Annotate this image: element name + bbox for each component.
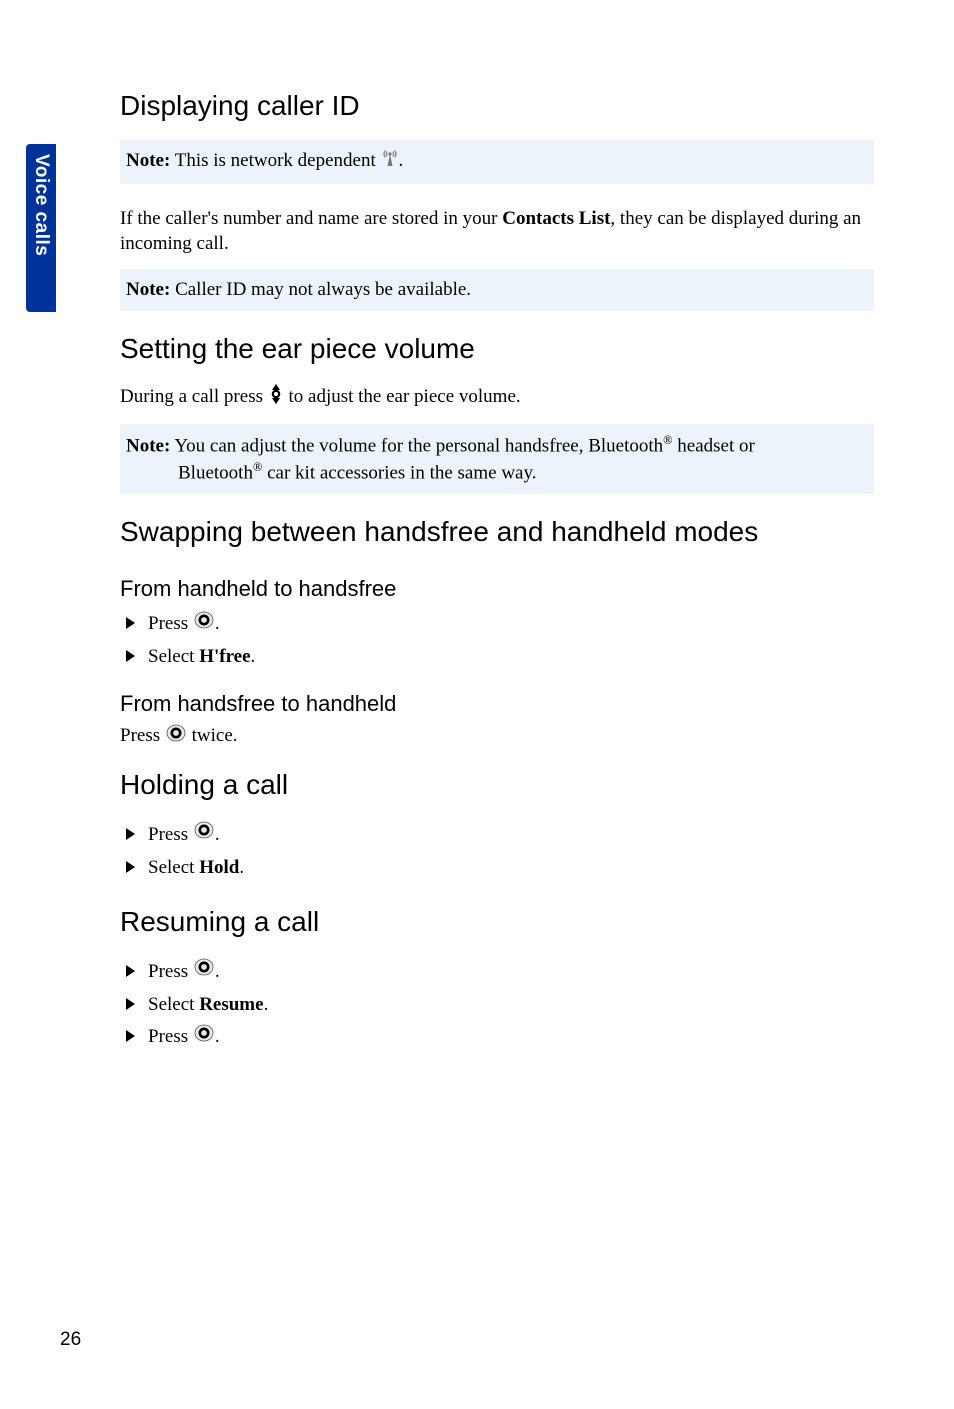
- resume-term: Resume: [199, 994, 263, 1015]
- note-line1-before: You can adjust the volume for the person…: [170, 436, 663, 457]
- sidebar-label: Voice calls: [30, 154, 52, 256]
- note-text: This is network dependent: [170, 150, 380, 171]
- text-dot: .: [215, 1026, 220, 1047]
- text-press: Press: [148, 1026, 193, 1047]
- step-press: Press .: [148, 819, 874, 852]
- text-select: Select: [148, 994, 199, 1015]
- text-dot: .: [215, 961, 220, 982]
- step-press: Press .: [148, 956, 874, 989]
- note-label: Note:: [126, 279, 170, 300]
- navigation-key-icon: [194, 819, 214, 851]
- text-press: Press: [148, 824, 193, 845]
- caller-id-description: If the caller's number and name are stor…: [120, 206, 874, 257]
- steps-holding-call: Press . Select Hold.: [120, 819, 874, 884]
- volume-up-down-icon: [269, 383, 283, 413]
- navigation-key-icon: [194, 1022, 214, 1054]
- registered-mark: ®: [253, 460, 262, 474]
- note-volume-accessories: Note: You can adjust the volume for the …: [120, 424, 874, 494]
- note-caller-id-availability: Note: Caller ID may not always be availa…: [120, 269, 874, 311]
- text-select: Select: [148, 857, 199, 878]
- step-select-hfree: Select H'free.: [148, 641, 874, 673]
- step-select-hold: Select Hold.: [148, 852, 874, 884]
- steps-resuming-call: Press . Select Resume. Press .: [120, 956, 874, 1054]
- note-label: Note:: [126, 436, 170, 457]
- note-text: Caller ID may not always be available.: [170, 279, 471, 300]
- contacts-list-term: Contacts List: [502, 208, 610, 229]
- page-number: 26: [60, 1329, 81, 1351]
- earpiece-instruction: During a call press to adjust the ear pi…: [120, 383, 874, 413]
- heading-resuming-call: Resuming a call: [120, 906, 874, 938]
- heading-earpiece-volume: Setting the ear piece volume: [120, 333, 874, 365]
- text-before: During a call press: [120, 386, 268, 407]
- text-dot: .: [215, 824, 220, 845]
- text-press: Press: [148, 613, 193, 634]
- navigation-key-icon: [166, 723, 186, 751]
- body-before: If the caller's number and name are stor…: [120, 208, 502, 229]
- heading-holding-call: Holding a call: [120, 769, 874, 801]
- step-press: Press .: [148, 608, 874, 641]
- text-after: twice.: [187, 725, 238, 746]
- network-antenna-icon: [382, 148, 398, 176]
- subheading-handheld-to-handsfree: From handheld to handsfree: [120, 576, 874, 602]
- navigation-key-icon: [194, 609, 214, 641]
- hfree-term: H'free: [199, 646, 250, 667]
- handsfree-to-handheld-instruction: Press twice.: [120, 723, 874, 751]
- subheading-handsfree-to-handheld: From handsfree to handheld: [120, 691, 874, 717]
- text-before: Press: [120, 725, 165, 746]
- heading-swap-modes: Swapping between handsfree and handheld …: [120, 516, 874, 548]
- note-line1-after: headset or: [673, 436, 755, 457]
- note-line2-before: Bluetooth: [178, 463, 253, 484]
- note-line2-after: car kit accessories in the same way.: [262, 463, 536, 484]
- sidebar-tab: Voice calls: [26, 144, 56, 312]
- note-label: Note:: [126, 150, 170, 171]
- steps-handheld-to-handsfree: Press . Select H'free.: [120, 608, 874, 673]
- note-trail: .: [399, 150, 404, 171]
- registered-mark: ®: [663, 433, 672, 447]
- note-network-dependent: Note: This is network dependent .: [120, 140, 874, 184]
- text-dot: .: [239, 857, 244, 878]
- text-press: Press: [148, 961, 193, 982]
- navigation-key-icon: [194, 956, 214, 988]
- text-dot: .: [251, 646, 256, 667]
- text-dot: .: [264, 994, 269, 1015]
- text-after: to adjust the ear piece volume.: [284, 386, 521, 407]
- page-content: Displaying caller ID Note: This is netwo…: [120, 90, 874, 1064]
- heading-displaying-caller-id: Displaying caller ID: [120, 90, 874, 122]
- hold-term: Hold: [199, 857, 239, 878]
- step-press: Press .: [148, 1021, 874, 1054]
- text-select: Select: [148, 646, 199, 667]
- step-select-resume: Select Resume.: [148, 989, 874, 1021]
- text-dot: .: [215, 613, 220, 634]
